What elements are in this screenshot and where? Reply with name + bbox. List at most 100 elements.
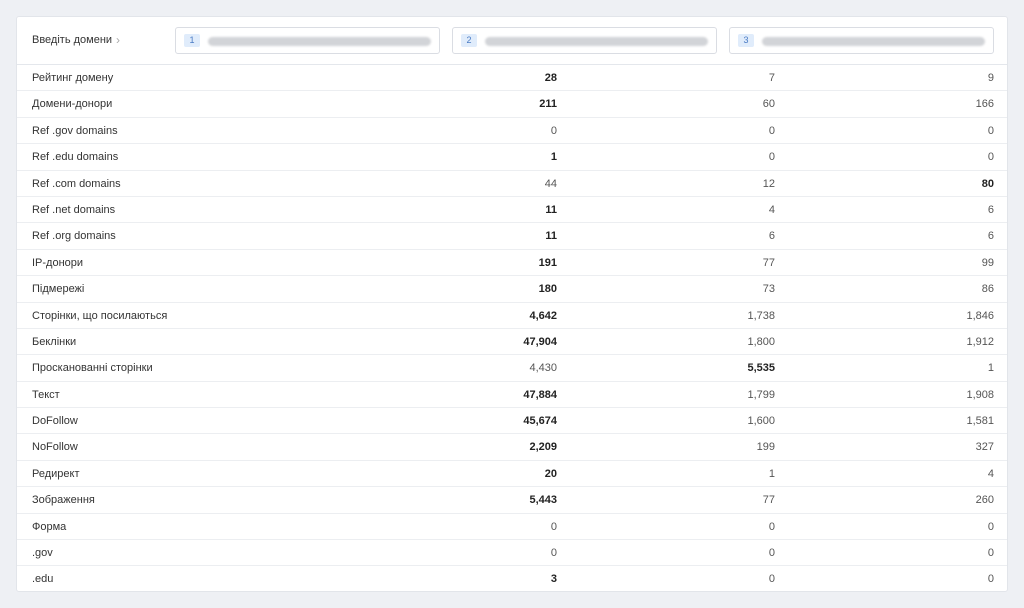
metric-value-domain-2: 77	[762, 494, 775, 507]
metric-value-domain-1: 0	[550, 547, 557, 560]
metric-value-domain-3: 86	[981, 283, 994, 296]
table-row: Підмережі 180 73 86	[17, 276, 1007, 303]
metric-value-domain-2: 5,535	[747, 362, 775, 375]
blurred-domain-text	[762, 37, 985, 46]
metric-value-domain-1: 11	[545, 230, 557, 243]
metric-value-domain-3: 1,912	[966, 335, 994, 348]
domain-number-badge: 2	[461, 34, 477, 47]
metric-label: Підмережі	[32, 283, 85, 296]
metric-value-domain-1: 47,884	[523, 388, 557, 401]
metric-value-domain-1: 20	[544, 467, 557, 480]
metric-label: NoFollow	[32, 441, 78, 454]
metric-value-domain-3: 4	[987, 467, 994, 480]
domains-header: Введіть домени › 1 2 3	[17, 17, 1007, 65]
domain-input-2[interactable]: 2	[452, 27, 717, 54]
table-row: Ref .gov domains 0 0 0	[17, 118, 1007, 145]
metric-label: Домени-донори	[32, 98, 113, 111]
metric-label: .edu	[32, 573, 54, 586]
metric-value-domain-2: 1,738	[747, 309, 775, 322]
metric-label: Беклінки	[32, 335, 77, 348]
metric-value-domain-3: 1,581	[966, 415, 994, 428]
metric-value-domain-3: 99	[981, 256, 994, 269]
metric-value-domain-3: 0	[987, 573, 994, 586]
table-row: Текст 47,884 1,799 1,908	[17, 382, 1007, 409]
table-row: Ref .org domains 11 6 6	[17, 223, 1007, 250]
metric-value-domain-2: 1	[768, 467, 775, 480]
table-row: Ref .net domains 11 4 6	[17, 197, 1007, 224]
table-row: Зображення 5,443 77 260	[17, 487, 1007, 514]
metric-value-domain-2: 0	[768, 547, 775, 560]
enter-domains-label: Введіть домени	[32, 34, 113, 46]
table-row: IP-донори 191 77 99	[17, 250, 1007, 277]
metric-value-domain-2: 7	[768, 72, 775, 84]
metric-label: Рейтинг домену	[32, 72, 114, 84]
blurred-domain-text	[208, 37, 431, 46]
metric-label: Текст	[32, 388, 60, 401]
metric-label: Ref .edu domains	[32, 151, 119, 164]
metric-label: Ref .net domains	[32, 203, 116, 216]
metric-label: Просканованні сторінки	[32, 362, 153, 375]
domain-number-badge: 1	[184, 34, 200, 47]
blurred-domain-text	[485, 37, 708, 46]
table-row: Беклінки 47,904 1,800 1,912	[17, 329, 1007, 356]
metric-value-domain-3: 260	[975, 494, 994, 507]
chevron-right-icon: ›	[116, 33, 120, 47]
metric-value-domain-1: 180	[538, 283, 557, 296]
metric-value-domain-2: 0	[768, 573, 775, 586]
metric-value-domain-3: 1,846	[966, 309, 994, 322]
table-row: Ref .edu domains 1 0 0	[17, 144, 1007, 171]
metric-value-domain-2: 4	[768, 203, 775, 216]
metric-value-domain-2: 73	[762, 283, 775, 296]
metric-label: Редирект	[32, 467, 80, 480]
metric-value-domain-3: 6	[987, 230, 994, 243]
metric-label: Ref .org domains	[32, 230, 116, 243]
metric-value-domain-2: 77	[762, 256, 775, 269]
table-row: NoFollow 2,209 199 327	[17, 434, 1007, 461]
metric-value-domain-2: 12	[762, 177, 775, 190]
metric-value-domain-3: 0	[987, 151, 994, 164]
metric-value-domain-2: 0	[768, 151, 775, 164]
metric-value-domain-3: 0	[987, 547, 994, 560]
metric-value-domain-2: 1,600	[747, 415, 775, 428]
metric-label: Зображення	[32, 494, 95, 507]
table-row: Домени-донори 211 60 166	[17, 91, 1007, 118]
metric-value-domain-3: 1	[987, 362, 994, 375]
table-row: .edu 3 0 0	[17, 566, 1007, 592]
domain-input-1[interactable]: 1	[175, 27, 440, 54]
metric-label: Ref .com domains	[32, 177, 121, 190]
metric-value-domain-3: 1,908	[966, 388, 994, 401]
metric-value-domain-2: 1,800	[747, 335, 775, 348]
metric-label: Форма	[32, 520, 67, 533]
metric-value-domain-3: 6	[987, 203, 994, 216]
metric-value-domain-1: 47,904	[523, 335, 557, 348]
metric-value-domain-3: 327	[975, 441, 994, 454]
metric-label: .gov	[32, 547, 53, 560]
metric-value-domain-1: 45,674	[523, 415, 557, 428]
metric-label: Ref .gov domains	[32, 124, 118, 137]
metric-value-domain-2: 0	[768, 124, 775, 137]
metric-value-domain-1: 4,642	[529, 309, 557, 322]
metric-value-domain-2: 60	[762, 98, 775, 111]
table-row: DoFollow 45,674 1,600 1,581	[17, 408, 1007, 435]
table-row: Форма 0 0 0	[17, 514, 1007, 541]
metric-value-domain-1: 28	[544, 72, 557, 84]
table-row: Редирект 20 1 4	[17, 461, 1007, 488]
metric-value-domain-3: 166	[975, 98, 994, 111]
domain-input-3[interactable]: 3	[729, 27, 994, 54]
metric-label: Сторінки, що посилаються	[32, 309, 168, 322]
table-row: Ref .com domains 44 12 80	[17, 171, 1007, 197]
comparison-card: Введіть домени › 1 2 3 Рейтинг домену 28 7…	[16, 16, 1008, 592]
metric-label: DoFollow	[32, 415, 78, 428]
metric-value-domain-3: 0	[987, 520, 994, 533]
metric-value-domain-1: 3	[550, 573, 557, 586]
metric-value-domain-2: 1,799	[747, 388, 775, 401]
metric-value-domain-3: 9	[987, 72, 994, 84]
metric-value-domain-1: 2,209	[529, 441, 557, 454]
metric-value-domain-2: 199	[756, 441, 775, 454]
metric-value-domain-1: 5,443	[529, 494, 557, 507]
metric-value-domain-3: 0	[987, 124, 994, 137]
table-row: Просканованні сторінки 4,430 5,535 1	[17, 355, 1007, 382]
table-row: Сторінки, що посилаються 4,642 1,738 1,846	[17, 303, 1007, 329]
table-row: .gov 0 0 0	[17, 540, 1007, 567]
metric-value-domain-2: 0	[768, 520, 775, 533]
